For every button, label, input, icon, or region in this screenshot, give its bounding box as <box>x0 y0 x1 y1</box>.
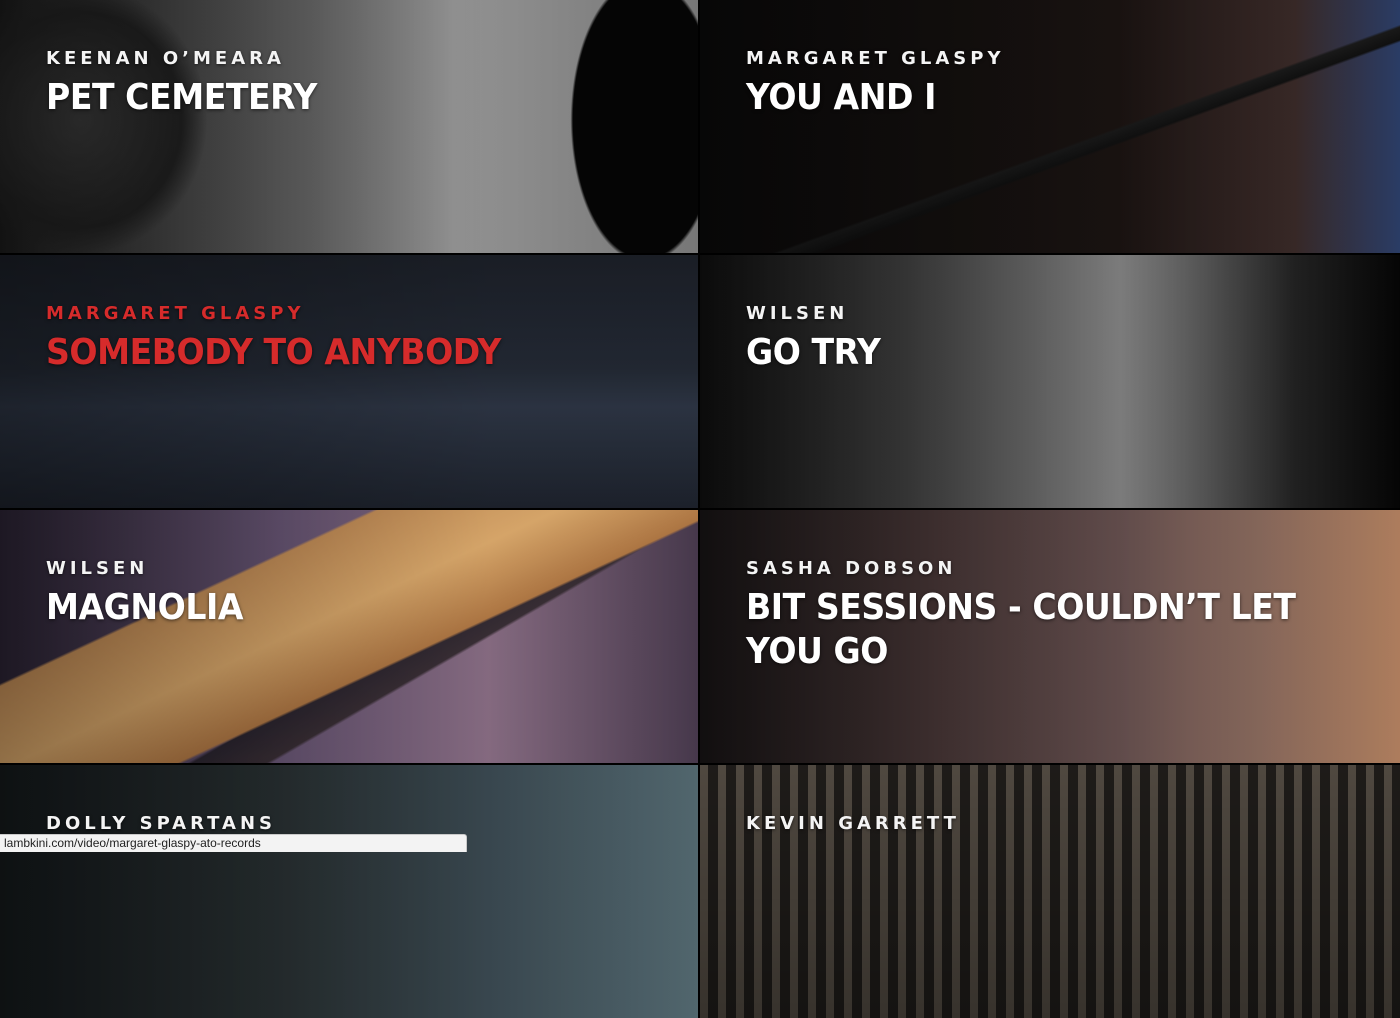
video-artist: DOLLY SPARTANS <box>46 813 658 835</box>
video-meta: SASHA DOBSON BIT SESSIONS - COULDN’T LET… <box>746 558 1360 674</box>
video-artist: SASHA DOBSON <box>746 558 1360 580</box>
video-grid: KEENAN O’MEARA PET CEMETERY MARGARET GLA… <box>0 0 1400 852</box>
video-tile[interactable]: SASHA DOBSON BIT SESSIONS - COULDN’T LET… <box>700 510 1400 763</box>
video-title: MAGNOLIA <box>46 586 654 630</box>
video-title: SOMEBODY TO ANYBODY <box>46 331 654 375</box>
video-artist: KEENAN O’MEARA <box>46 48 658 70</box>
video-meta: MARGARET GLASPY YOU AND I <box>746 48 1360 120</box>
video-meta: WILSEN GO TRY <box>746 303 1360 375</box>
video-title: PET CEMETERY <box>46 76 654 120</box>
video-meta: MARGARET GLASPY SOMEBODY TO ANYBODY <box>46 303 658 375</box>
link-status-bar: lambkini.com/video/margaret-glaspy-ato-r… <box>0 834 467 852</box>
video-artist: WILSEN <box>46 558 658 580</box>
video-artist: MARGARET GLASPY <box>746 48 1360 70</box>
video-tile[interactable]: DOLLY SPARTANS <box>0 765 698 1018</box>
video-tile[interactable]: KEENAN O’MEARA PET CEMETERY <box>0 0 698 253</box>
video-meta: KEVIN GARRETT <box>746 813 1360 841</box>
video-tile[interactable]: WILSEN GO TRY <box>700 255 1400 508</box>
video-title: GO TRY <box>746 331 1356 375</box>
video-meta: WILSEN MAGNOLIA <box>46 558 658 630</box>
video-title: BIT SESSIONS - COULDN’T LET YOU GO <box>746 586 1356 674</box>
video-artist: WILSEN <box>746 303 1360 325</box>
video-tile[interactable]: WILSEN MAGNOLIA <box>0 510 698 763</box>
video-meta: KEENAN O’MEARA PET CEMETERY <box>46 48 658 120</box>
video-artist: MARGARET GLASPY <box>46 303 658 325</box>
video-artist: KEVIN GARRETT <box>746 813 1360 835</box>
video-tile[interactable]: KEVIN GARRETT <box>700 765 1400 1018</box>
video-title: YOU AND I <box>746 76 1356 120</box>
video-tile-hovered[interactable]: MARGARET GLASPY SOMEBODY TO ANYBODY <box>0 255 698 508</box>
video-tile[interactable]: MARGARET GLASPY YOU AND I <box>700 0 1400 253</box>
